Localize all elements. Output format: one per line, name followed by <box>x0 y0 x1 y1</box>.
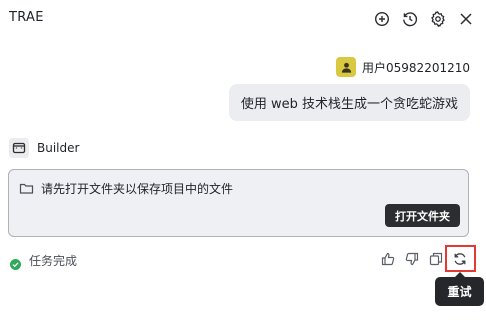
builder-icon <box>9 138 29 158</box>
check-circle-icon <box>10 255 21 270</box>
add-chat-icon[interactable] <box>373 10 391 28</box>
open-folder-button[interactable]: 打开文件夹 <box>385 204 460 227</box>
status-text: 任务完成 <box>29 253 78 268</box>
thumbs-down-icon[interactable] <box>404 251 420 267</box>
app-title: TRAE <box>9 10 44 25</box>
retry-tooltip: 重试 <box>435 272 484 306</box>
avatar <box>336 57 357 77</box>
user-message-header: 用户05982201210 <box>336 56 470 78</box>
folder-icon <box>19 181 34 196</box>
open-folder-message: 请先打开文件夹以保存项目中的文件 <box>41 182 234 196</box>
history-icon[interactable] <box>401 10 419 28</box>
username: 用户05982201210 <box>362 60 470 75</box>
retry-highlight <box>445 245 476 272</box>
user-message-bubble: 使用 web 技术栈生成一个贪吃蛇游戏 <box>228 84 470 121</box>
thumbs-up-icon[interactable] <box>380 251 396 267</box>
close-icon[interactable] <box>457 10 475 28</box>
agent-name: Builder <box>37 141 80 155</box>
task-status: 任务完成 <box>10 252 78 270</box>
settings-icon[interactable] <box>429 10 447 28</box>
agent-header: Builder <box>9 137 79 159</box>
open-folder-card: 请先打开文件夹以保存项目中的文件 打开文件夹 <box>8 169 469 237</box>
copy-icon[interactable] <box>428 251 444 267</box>
header: TRAE <box>0 0 486 38</box>
